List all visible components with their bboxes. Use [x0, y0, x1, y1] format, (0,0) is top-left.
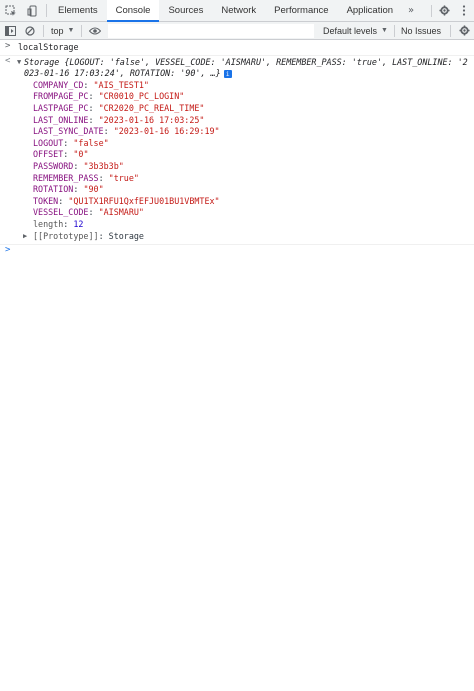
filter-input[interactable]	[108, 23, 314, 38]
property-value: "CR2020_PC_REAL_TIME"	[98, 102, 205, 113]
tab-network[interactable]: Network	[212, 0, 265, 21]
settings-icon[interactable]	[434, 0, 454, 21]
property-value: "true"	[108, 172, 139, 183]
property-row[interactable]: FROMPAGE_PC: "CR0010_PC_LOGIN"	[33, 91, 468, 103]
property-value: "AISMARU"	[98, 207, 144, 218]
prototype-key: [[Prototype]]	[33, 230, 99, 241]
property-row[interactable]: ROTATION: "90"	[33, 184, 468, 196]
length-value: 12	[73, 218, 84, 229]
property-value: "AIS_TEST1"	[93, 79, 149, 90]
issues-label: No Issues	[400, 25, 441, 36]
property-value: "90"	[83, 184, 104, 195]
property-key: LOGOUT	[33, 137, 64, 148]
tabbar-right-actions	[429, 0, 474, 21]
property-row[interactable]: LASTPAGE_PC: "CR2020_PC_REAL_TIME"	[33, 103, 468, 115]
tab-separator	[46, 4, 47, 17]
context-selector[interactable]: top ▼	[47, 22, 78, 39]
property-row[interactable]: COMPANY_CD: "AIS_TEST1"	[33, 80, 468, 92]
property-key: TOKEN	[33, 195, 59, 206]
expand-triangle-icon[interactable]: ▼	[17, 57, 21, 69]
property-value: "false"	[73, 137, 109, 148]
prototype-row[interactable]: ▶ [[Prototype]]: Storage	[18, 231, 468, 243]
issues-button[interactable]: No Issues	[393, 24, 447, 37]
property-row[interactable]: LAST_SYNC_DATE: "2023-01-16 16:29:19"	[33, 126, 468, 138]
devtools-tab-bar: Elements Console Sources Network Perform…	[0, 0, 474, 22]
settings-icon[interactable]	[454, 22, 474, 39]
prototype-value: Storage	[108, 230, 144, 241]
property-key: PASSWORD	[33, 160, 74, 171]
length-row[interactable]: length: 12	[33, 219, 468, 231]
property-value: "0"	[73, 149, 89, 160]
length-key: length	[33, 218, 64, 229]
property-key: REMEMBER_PASS	[33, 172, 99, 183]
tab-console[interactable]: Console	[106, 0, 160, 22]
prototype-entry[interactable]: ▶ [[Prototype]]: Storage	[23, 230, 468, 243]
property-key: FROMPAGE_PC	[33, 91, 89, 102]
tab-sources[interactable]: Sources	[159, 0, 212, 21]
context-value: top	[51, 25, 64, 36]
toolbar-separator	[450, 24, 451, 37]
clear-console-icon[interactable]	[20, 22, 40, 39]
log-levels-dropdown[interactable]: Default levels ▼	[317, 22, 394, 39]
toolbar-separator	[81, 24, 83, 37]
more-tabs-icon[interactable]: »	[402, 0, 420, 21]
console-prompt-line[interactable]: >	[0, 245, 474, 259]
property-row[interactable]: LAST_ONLINE: "2023-01-16 17:03:25"	[33, 115, 468, 127]
console-output: > localStorage < ▼ Storage {LOGOUT: 'fal…	[0, 41, 474, 259]
log-levels-label: Default levels	[323, 25, 378, 36]
property-key: OFFSET	[33, 149, 64, 160]
console-input-message: > localStorage	[0, 41, 474, 56]
console-toolbar: top ▼ Default levels ▼ No Issues	[0, 22, 474, 40]
sidebar-toggle-icon[interactable]	[0, 22, 20, 39]
property-row[interactable]: OFFSET: "0"	[33, 149, 468, 161]
storage-properties: COMPANY_CD: "AIS_TEST1" FROMPAGE_PC: "CR…	[18, 80, 468, 231]
console-result-message: < ▼ Storage {LOGOUT: 'false', VESSEL_COD…	[0, 56, 474, 246]
console-input-text: localStorage	[18, 42, 79, 52]
storage-summary[interactable]: ▼ Storage {LOGOUT: 'false', VESSEL_CODE:…	[17, 56, 468, 80]
property-value: "2023-01-16 17:03:25"	[98, 114, 205, 125]
property-row[interactable]: PASSWORD: "3b3b3b"	[33, 161, 468, 173]
chevron-down-icon: ▼	[67, 27, 75, 34]
property-key: LAST_SYNC_DATE	[33, 126, 104, 137]
inspect-icon[interactable]	[0, 0, 22, 21]
tab-elements[interactable]: Elements	[49, 0, 107, 21]
tab-performance[interactable]: Performance	[265, 0, 337, 21]
property-row[interactable]: VESSEL_CODE: "AISMARU"	[33, 207, 468, 219]
result-arrow-icon: <	[5, 55, 11, 66]
property-value: "QU1TX1RFU1QxfEFJU01BU1VBMTEx"	[68, 195, 220, 206]
property-value: "CR0010_PC_LOGIN"	[98, 91, 185, 102]
tab-separator	[431, 4, 432, 17]
eye-icon[interactable]	[85, 22, 105, 39]
property-row[interactable]: REMEMBER_PASS: "true"	[33, 173, 468, 185]
property-value: "3b3b3b"	[83, 160, 124, 171]
tab-application[interactable]: Application	[338, 0, 402, 21]
device-toggle-icon[interactable]	[22, 0, 44, 21]
property-key: LAST_ONLINE	[33, 114, 89, 125]
property-key: COMPANY_CD	[33, 79, 84, 90]
chevron-down-icon: ▼	[381, 27, 388, 34]
property-row[interactable]: LOGOUT: "false"	[33, 138, 468, 150]
kebab-menu-icon[interactable]	[454, 0, 474, 21]
property-row[interactable]: TOKEN: "QU1TX1RFU1QxfEFJU01BU1VBMTEx"	[33, 196, 468, 208]
property-key: LASTPAGE_PC	[33, 102, 89, 113]
property-key: ROTATION	[33, 184, 74, 195]
expand-triangle-icon[interactable]: ▶	[23, 231, 27, 243]
storage-summary-text: Storage {LOGOUT: 'false', VESSEL_CODE: '…	[24, 56, 468, 79]
info-icon[interactable]: i	[223, 69, 232, 78]
prompt-caret-icon: >	[5, 245, 11, 256]
property-key: VESSEL_CODE	[33, 207, 89, 218]
prompt-icon: >	[5, 41, 11, 51]
toolbar-separator	[43, 24, 44, 37]
property-value: "2023-01-16 16:29:19"	[113, 126, 220, 137]
